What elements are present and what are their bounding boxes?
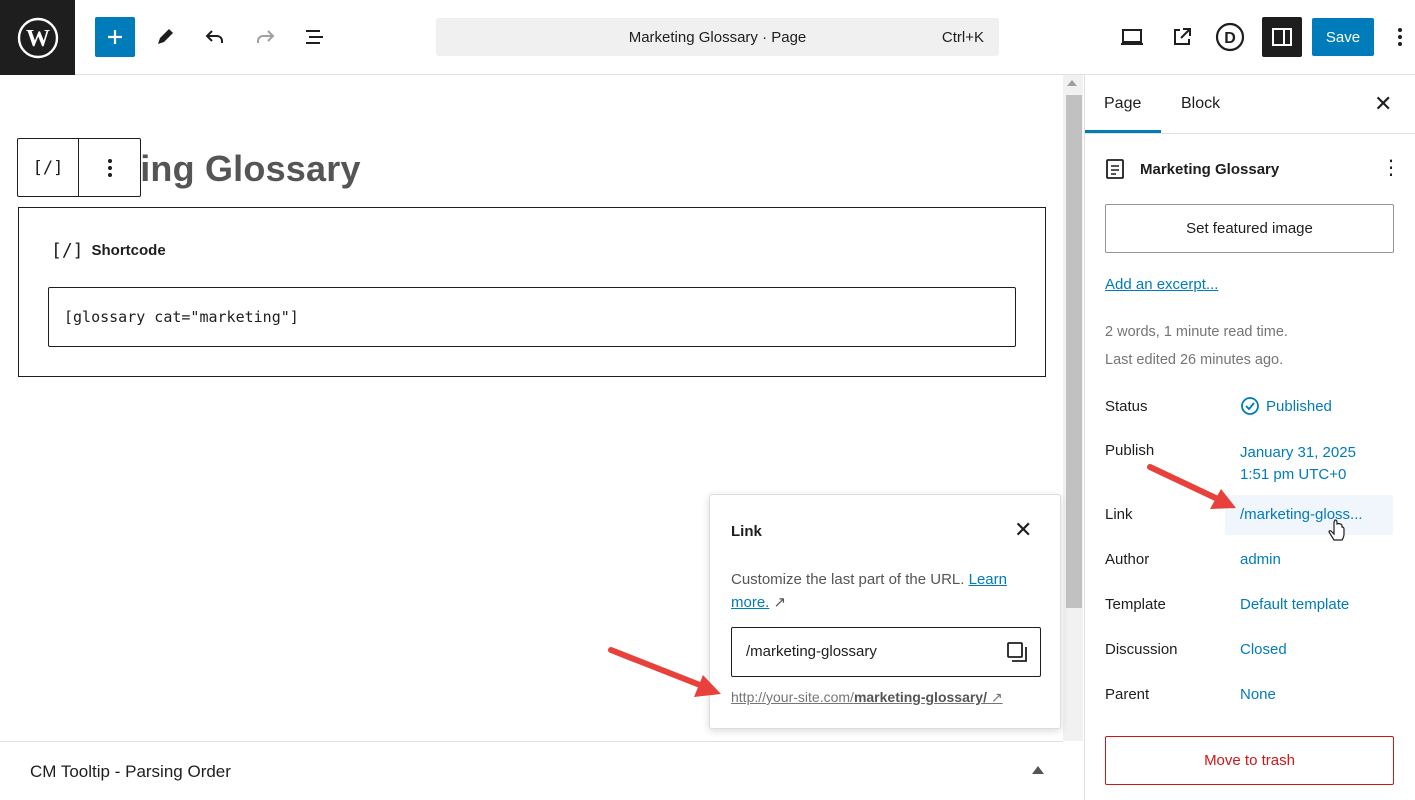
metabox-header[interactable]: CM Tooltip - Parsing Order [0,741,1063,800]
settings-sidebar: Page Block ✕ Marketing Glossary ⋮ Set fe… [1085,75,1415,800]
command-palette-bar[interactable]: Marketing Glossary · Page Ctrl+K [436,18,999,56]
page-title[interactable]: ting Glossary [128,148,361,190]
move-to-trash-button[interactable]: Move to trash [1105,736,1394,785]
template-row: Template Default template [1105,596,1395,620]
shortcode-input[interactable]: [glossary cat="marketing"] [48,287,1016,347]
discussion-value[interactable]: Closed [1240,641,1287,658]
post-stats: 2 words, 1 minute read time. Last edited… [1105,318,1288,374]
publish-date: January 31, 2025 [1240,444,1356,461]
more-vertical-icon[interactable]: ⋮ [1381,157,1401,179]
author-row: Author admin [1105,551,1395,575]
document-overview-button[interactable] [295,17,335,57]
keyboard-shortcut: Ctrl+K [941,29,984,46]
slug-value: /marketing-glossary [746,643,877,660]
discussion-row: Discussion Closed [1105,641,1395,665]
tools-button[interactable] [145,17,185,57]
metabox-title: CM Tooltip - Parsing Order [30,762,231,781]
document-title: Marketing Glossary [1140,160,1280,178]
template-label: Template [1105,596,1166,613]
external-arrow-icon: ↗ [990,689,1003,705]
scroll-up-arrow-icon[interactable] [1067,80,1077,86]
shortcode-block[interactable]: [/] Shortcode [glossary cat="marketing"] [18,207,1046,377]
document-title: Marketing Glossary · Page [628,28,807,46]
publish-label: Publish [1105,442,1155,459]
last-edited: Last edited 26 minutes ago. [1105,352,1284,368]
preview-button[interactable] [1112,17,1152,57]
permalink-url[interactable]: http://your-site.com/marketing-glossary/… [731,689,1003,706]
publish-value[interactable]: January 31, 2025 1:51 pm UTC+0 [1240,442,1356,486]
plus-icon [108,30,122,44]
link-label: Link [1105,506,1133,523]
link-row: Link /marketing-gloss... [1105,506,1395,530]
save-button[interactable]: Save [1312,18,1374,56]
view-page-button[interactable] [1162,17,1202,57]
popover-title: Link [731,523,762,540]
url-slug: marketing-glossary/ [853,689,987,705]
status-row: Status Published [1105,396,1395,422]
svg-text:W: W [26,26,50,52]
tab-block[interactable]: Block [1181,95,1220,113]
slug-input[interactable]: /marketing-glossary [731,627,1041,677]
undo-icon [205,30,223,43]
author-label: Author [1105,551,1150,568]
page-icon [1106,159,1124,179]
shortcode-block-icon[interactable]: [/] [18,139,79,196]
list-view-icon [306,30,323,44]
close-icon[interactable]: ✕ [1374,91,1392,117]
external-link-icon [1174,28,1191,45]
sidebar-tabs: Page Block ✕ [1085,75,1415,134]
parent-value[interactable]: None [1240,686,1276,703]
url-base: http://your-site.com/ [731,689,854,705]
external-arrow-icon: ↗ [773,594,787,611]
popover-description: Customize the last part of the URL. Lear… [731,568,1041,614]
settings-toggle-button[interactable] [1262,17,1302,57]
document-summary: Marketing Glossary ⋮ [1105,157,1401,181]
popover-description-text: Customize the last part of the URL. [731,571,965,588]
status-label: Status [1105,398,1148,415]
shortcode-icon: [/] [51,240,84,261]
block-options-button[interactable] [79,139,140,196]
redo-icon [257,30,275,43]
add-block-button[interactable] [95,17,135,57]
link-value[interactable]: /marketing-gloss... [1240,506,1363,523]
parent-label: Parent [1105,686,1150,703]
word-count: 2 words, 1 minute read time. [1105,324,1288,340]
plugin-d-button[interactable]: D [1210,17,1250,57]
tab-page[interactable]: Page [1104,95,1141,113]
close-icon[interactable]: ✕ [1014,519,1032,541]
sidebar-icon [1272,28,1292,46]
template-value[interactable]: Default template [1240,596,1349,613]
more-vertical-icon [107,158,112,177]
options-button[interactable] [1385,17,1415,57]
svg-text:D: D [1224,30,1236,47]
shortcode-label: Shortcode [91,242,166,259]
scrollbar-thumb[interactable] [1066,95,1082,608]
desktop-icon [1121,29,1143,45]
shortcode-block-label: [/] Shortcode [51,240,166,261]
wordpress-logo-icon[interactable]: W [0,0,75,75]
link-popover: Link ✕ Customize the last part of the UR… [709,494,1061,729]
publish-row: Publish January 31, 2025 1:51 pm UTC+0 [1105,442,1395,488]
active-tab-indicator [1085,130,1161,133]
parent-row: Parent None [1105,686,1395,710]
published-check-icon [1241,396,1259,415]
redo-button[interactable] [245,17,285,57]
block-toolbar: [/] [17,138,141,197]
status-text: Published [1266,398,1332,415]
copy-icon[interactable] [1006,641,1028,663]
editor-header: W Marketing Glossary · Page Ctrl+K D Sav… [0,0,1415,75]
author-value[interactable]: admin [1240,551,1281,568]
publish-time: 1:51 pm UTC+0 [1240,466,1347,483]
status-value[interactable]: Published [1240,396,1332,416]
add-excerpt-link[interactable]: Add an excerpt... [1105,276,1218,293]
pencil-icon [158,29,173,44]
more-vertical-icon [1398,28,1402,46]
discussion-label: Discussion [1105,641,1178,658]
collapse-caret-icon[interactable] [1032,766,1044,774]
set-featured-image-button[interactable]: Set featured image [1105,204,1394,253]
undo-button[interactable] [195,17,235,57]
d-logo-icon: D [1215,22,1245,52]
